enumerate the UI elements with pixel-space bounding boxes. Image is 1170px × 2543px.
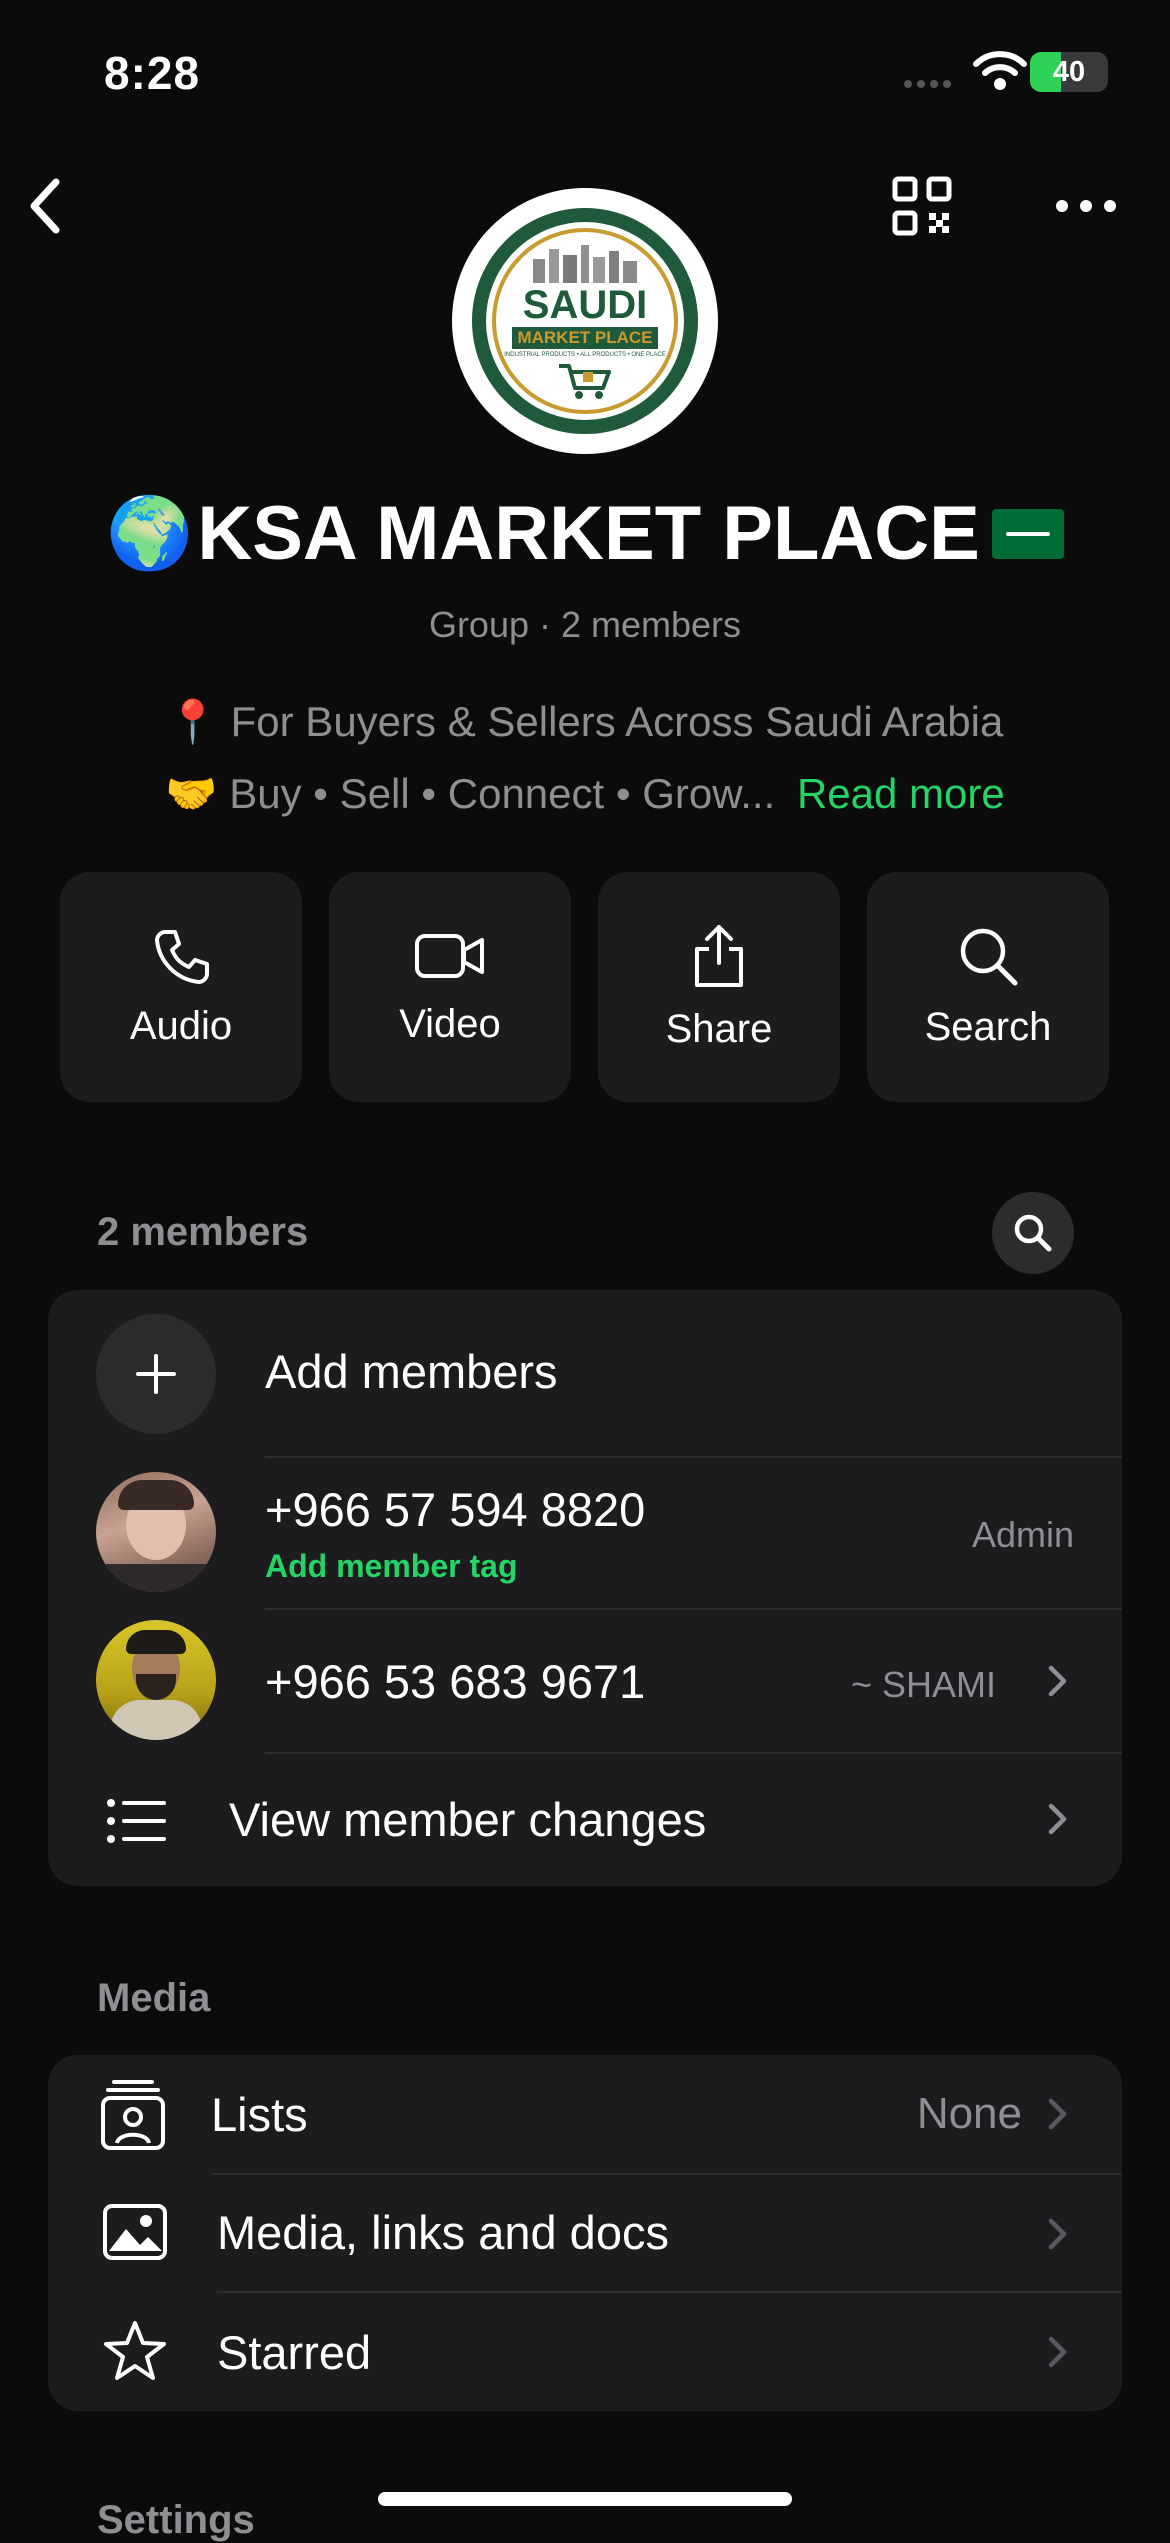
video-label: Video <box>399 1001 501 1046</box>
group-description-line2: 🤝 Buy • Sell • Connect • Grow... Read mo… <box>0 770 1170 819</box>
description-text: 🤝 Buy • Sell • Connect • Grow... <box>165 770 776 817</box>
settings-section-title: Settings <box>97 2498 255 2542</box>
members-card: Add members +966 57 594 8820 Add member … <box>48 1290 1122 1886</box>
chevron-right-icon <box>1048 2336 1067 2368</box>
wifi-icon <box>973 51 1027 90</box>
media-card: Lists None Media, links and docs Starred <box>48 2055 1122 2411</box>
member-row[interactable]: +966 57 594 8820 Add member tag Admin <box>48 1458 1122 1608</box>
add-members-label: Add members <box>265 1345 558 1398</box>
media-section-title: Media <box>97 1976 211 2020</box>
media-links-docs-label: Media, links and docs <box>217 2206 669 2259</box>
video-call-button[interactable]: Video <box>329 872 571 1102</box>
member-phone: +966 53 683 9671 <box>265 1655 646 1708</box>
battery-percent: 40 <box>1052 55 1086 88</box>
admin-badge: Admin <box>971 1514 1074 1555</box>
share-label: Share <box>665 1006 773 1051</box>
starred-label: Starred <box>217 2326 372 2379</box>
home-indicator[interactable] <box>378 2492 792 2506</box>
lists-value: None <box>916 2089 1022 2138</box>
chevron-right-icon <box>1048 2218 1067 2250</box>
group-logo: SAUDI MARKET PLACE INDUSTRIAL PRODUCTS •… <box>472 208 698 434</box>
list-icon <box>107 1799 166 1843</box>
back-chevron-icon[interactable] <box>24 176 64 236</box>
members-section-title: 2 members <box>97 1210 309 1254</box>
chevron-right-icon <box>1048 1803 1067 1835</box>
saudi-flag-icon <box>991 508 1064 559</box>
view-member-changes-label: View member changes <box>229 1793 707 1846</box>
search-icon <box>1014 1214 1052 1252</box>
view-member-changes-row[interactable]: View member changes <box>48 1754 1122 1886</box>
globe-emoji: 🌍 <box>106 493 194 572</box>
member-nickname: ~ SHAMI <box>850 1664 996 1705</box>
search-icon <box>960 928 1018 985</box>
star-icon <box>104 2321 166 2380</box>
qr-code-icon[interactable] <box>892 176 952 236</box>
status-time: 8:28 <box>104 47 201 99</box>
more-options-icon[interactable] <box>1056 200 1116 212</box>
read-more-link[interactable]: Read more <box>797 770 1005 817</box>
lists-label: Lists <box>211 2088 308 2141</box>
image-icon <box>103 2204 167 2260</box>
audio-call-button[interactable]: Audio <box>60 872 302 1102</box>
starred-row[interactable]: Starred <box>48 2293 1122 2411</box>
group-description-line1: 📍 For Buyers & Sellers Across Saudi Arab… <box>166 698 1004 745</box>
plus-icon <box>136 1354 176 1394</box>
member-phone: +966 57 594 8820 <box>265 1483 646 1536</box>
video-icon <box>415 933 484 978</box>
group-name-row: 🌍 KSA MARKET PLACE <box>0 490 1170 577</box>
chevron-right-icon <box>1048 2098 1067 2130</box>
media-links-docs-row[interactable]: Media, links and docs <box>48 2175 1122 2291</box>
battery-icon: 40 <box>1030 52 1108 92</box>
group-meta: Group · 2 members <box>428 604 742 645</box>
add-circle <box>96 1314 216 1434</box>
share-button[interactable]: Share <box>598 872 840 1102</box>
audio-label: Audio <box>129 1003 233 1048</box>
add-members-row[interactable]: Add members <box>48 1290 1122 1456</box>
group-name: KSA MARKET PLACE <box>197 491 980 576</box>
group-avatar[interactable]: SAUDI MARKET PLACE INDUSTRIAL PRODUCTS •… <box>452 188 718 454</box>
avatar <box>96 1620 216 1740</box>
cellular-signal-icon <box>904 80 951 88</box>
avatar <box>96 1472 216 1592</box>
add-member-tag-link[interactable]: Add member tag <box>265 1548 517 1585</box>
search-button[interactable]: Search <box>867 872 1109 1102</box>
share-icon <box>695 924 743 987</box>
member-row[interactable]: +966 53 683 9671 ~ SHAMI <box>48 1610 1122 1752</box>
lists-icon <box>101 2080 165 2150</box>
phone-icon <box>155 929 209 984</box>
chevron-right-icon <box>1048 1665 1067 1697</box>
lists-row[interactable]: Lists None <box>48 2055 1122 2173</box>
search-members-button[interactable] <box>992 1192 1074 1274</box>
search-label: Search <box>924 1004 1052 1049</box>
